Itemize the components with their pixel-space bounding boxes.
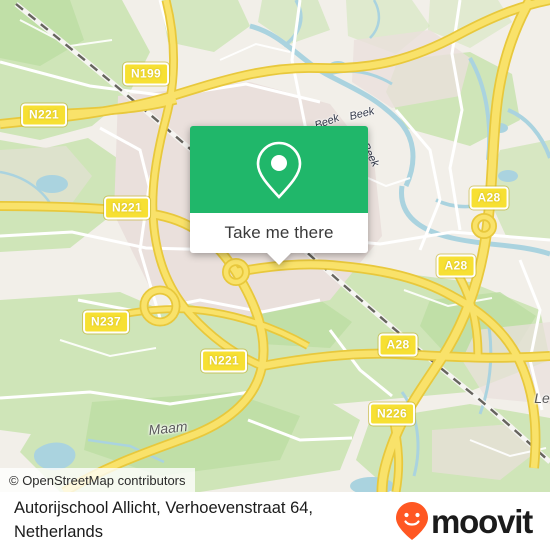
moovit-logo[interactable]: moovit <box>395 501 533 541</box>
map-attribution[interactable]: © OpenStreetMap contributors <box>0 468 195 492</box>
moovit-wordmark: moovit <box>431 502 533 540</box>
take-me-there-label: Take me there <box>224 223 334 242</box>
road-shield[interactable]: N199 <box>123 62 169 86</box>
map-pin-icon <box>256 141 302 199</box>
road-shield[interactable]: A28 <box>469 186 509 210</box>
road-shield[interactable]: A28 <box>436 254 476 278</box>
popup-pin-area <box>190 126 368 213</box>
moovit-smiley-pin-icon <box>396 502 429 540</box>
road-shield[interactable]: N226 <box>369 402 415 426</box>
popup-tail-pointer <box>266 252 292 265</box>
map-canvas[interactable]: N199 N221 N221 A28 A28 N237 N221 A28 N22… <box>0 0 550 492</box>
road-shield[interactable]: A28 <box>378 333 418 357</box>
screenshot-frame: N199 N221 N221 A28 A28 N237 N221 A28 N22… <box>0 0 550 550</box>
take-me-there-button[interactable]: Take me there <box>190 213 368 265</box>
location-popup-card[interactable]: Take me there <box>190 126 368 265</box>
location-title: Autorijschool Allicht, Verhoevenstraat 6… <box>14 499 314 541</box>
road-shield[interactable]: N221 <box>201 349 247 373</box>
road-shield[interactable]: N221 <box>104 196 150 220</box>
road-shield[interactable]: N221 <box>21 103 67 127</box>
footer-bar: Autorijschool Allicht, Verhoevenstraat 6… <box>0 492 550 550</box>
attribution-text: © OpenStreetMap contributors <box>9 472 186 488</box>
road-shield[interactable]: N237 <box>83 310 129 334</box>
